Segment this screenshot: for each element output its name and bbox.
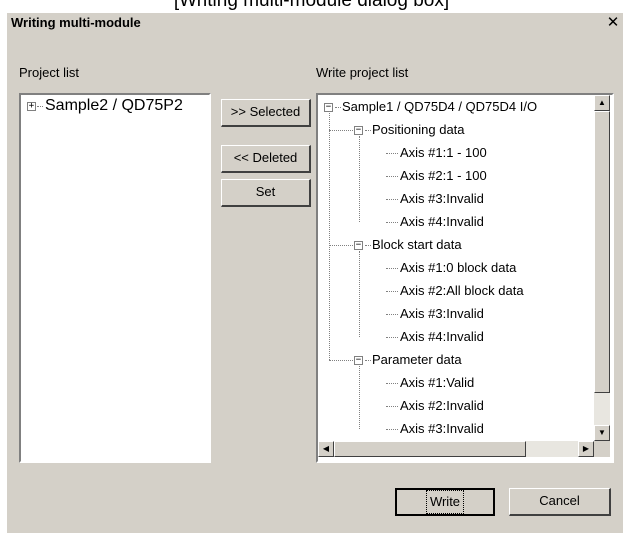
close-icon[interactable]: ✕ <box>604 14 622 32</box>
scroll-up-icon[interactable]: ▲ <box>594 95 610 111</box>
tree-leaf-node-label: Axis #4:Invalid <box>400 329 484 344</box>
tree-leaf-node-label: Axis #3:Invalid <box>400 421 484 436</box>
tree-connector <box>386 153 398 154</box>
tree-connector <box>365 130 371 131</box>
tree-connector <box>386 268 398 269</box>
cancel-button[interactable]: Cancel <box>509 488 611 516</box>
tree-connector <box>365 245 371 246</box>
write-project-tree: − Sample1 / QD75D4 / QD75D4 I/O − Positioni… <box>318 95 592 441</box>
tree-leaf-node-label: Axis #1:1 - 100 <box>400 145 487 160</box>
scroll-corner <box>594 441 610 457</box>
tree-group-node-label: Positioning data <box>372 122 465 137</box>
figure-caption: [Writing multi-module dialog box] <box>173 0 450 11</box>
tree-connector <box>386 406 398 407</box>
tree-leaf-node-label: Axis #1:0 block data <box>400 260 517 275</box>
scroll-down-icon[interactable]: ▼ <box>594 425 610 441</box>
project-list-label: Project list <box>19 65 79 80</box>
tree-connector <box>386 314 398 315</box>
write-project-list-box[interactable]: − Sample1 / QD75D4 / QD75D4 I/O − Positioni… <box>316 93 614 463</box>
tree-connector <box>335 107 341 108</box>
tree-connector <box>329 130 353 131</box>
horizontal-scrollbar[interactable]: ◀ ▶ <box>318 441 594 457</box>
project-item-label: Sample2 / QD75P2 <box>45 97 183 114</box>
tree-connector <box>329 360 353 361</box>
selected-button[interactable]: >> Selected <box>221 99 311 127</box>
vertical-scroll-thumb[interactable] <box>594 111 610 393</box>
dialog-title: Writing multi-module <box>11 15 141 30</box>
title-bar: Writing multi-module ✕ <box>7 13 623 33</box>
deleted-button[interactable]: << Deleted <box>221 145 311 173</box>
tree-leaf-node-label: Axis #3:Invalid <box>400 191 484 206</box>
collapse-minus-icon[interactable]: − <box>354 356 363 365</box>
tree-leaf-node-label: Axis #4:Invalid <box>400 214 484 229</box>
tree-leaf-node-label: Axis #3:Invalid <box>400 306 484 321</box>
vertical-scrollbar[interactable]: ▲ ▼ <box>594 95 610 441</box>
collapse-minus-icon[interactable]: − <box>354 241 363 250</box>
tree-leaf-node-label: Axis #1:Valid <box>400 375 475 390</box>
collapse-minus-icon[interactable]: − <box>354 126 363 135</box>
tree-connector <box>386 176 398 177</box>
tree-leaf-node-label: Axis #2:Invalid <box>400 398 484 413</box>
tree-group-node-label: Block start data <box>372 237 462 252</box>
tree-connector <box>365 360 371 361</box>
write-button-label: Write <box>425 490 465 514</box>
tree-group-node-label: Parameter data <box>372 352 462 367</box>
project-list-box[interactable]: + Sample2 / QD75P2 <box>19 93 211 463</box>
tree-connector <box>359 136 360 222</box>
tree-leaf-node-label: Axis #2:All block data <box>400 283 524 298</box>
tree-connector <box>359 366 360 429</box>
tree-connector <box>386 383 398 384</box>
tree-connector <box>386 429 398 430</box>
tree-root-node-label: Sample1 / QD75D4 / QD75D4 I/O <box>342 99 538 114</box>
writing-multi-module-dialog: Writing multi-module ✕ Project list Writ… <box>6 12 623 533</box>
tree-connector <box>386 291 398 292</box>
write-button[interactable]: Write <box>395 488 495 516</box>
scroll-left-icon[interactable]: ◀ <box>318 441 334 457</box>
collapse-minus-icon[interactable]: − <box>324 103 333 112</box>
write-project-list-label: Write project list <box>316 65 409 80</box>
tree-connector <box>329 245 353 246</box>
tree-connector <box>37 106 43 107</box>
tree-leaf-node-label: Axis #2:1 - 100 <box>400 168 487 183</box>
horizontal-scroll-thumb[interactable] <box>334 441 526 457</box>
tree-connector <box>386 199 398 200</box>
tree-connector <box>359 251 360 337</box>
expand-plus-icon[interactable]: + <box>27 102 36 111</box>
set-button[interactable]: Set <box>221 179 311 207</box>
tree-connector <box>329 113 330 360</box>
tree-connector <box>386 337 398 338</box>
tree-connector <box>386 222 398 223</box>
project-list-item[interactable]: + Sample2 / QD75P2 <box>25 98 205 114</box>
scroll-right-icon[interactable]: ▶ <box>578 441 594 457</box>
